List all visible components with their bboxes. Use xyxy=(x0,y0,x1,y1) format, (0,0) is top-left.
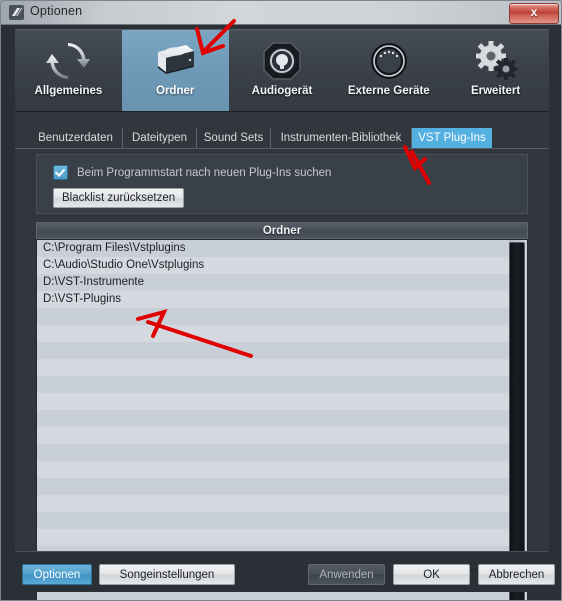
folder-list-item[interactable] xyxy=(37,478,511,495)
window-title: Optionen xyxy=(30,4,83,18)
toolbar-item-externe-geraete[interactable]: Externe Geräte xyxy=(335,30,442,112)
folder-list-item[interactable]: D:\VST-Plugins xyxy=(37,291,511,308)
folder-list-item[interactable] xyxy=(37,461,511,478)
folder-column-header: Ordner xyxy=(36,222,528,239)
folder-list-item[interactable] xyxy=(37,529,511,546)
studio-one-logo-icon xyxy=(9,5,24,20)
scan-on-start-checkbox[interactable] xyxy=(53,165,68,180)
refresh-circle-icon xyxy=(42,37,94,85)
folder-list-item[interactable] xyxy=(37,342,511,359)
folder-list-rows: C:\Program Files\Vstplugins C:\Audio\Stud… xyxy=(37,240,511,597)
tab-dateitypen[interactable]: Dateitypen xyxy=(123,128,197,148)
folder-list-item[interactable] xyxy=(37,376,511,393)
plugin-options-group: Beim Programmstart nach neuen Plug-Ins s… xyxy=(36,154,528,214)
toolbar-item-audiogeraet[interactable]: Audiogerät xyxy=(229,30,336,112)
ok-button[interactable]: OK xyxy=(393,564,470,585)
apply-button[interactable]: Anwenden xyxy=(308,564,385,585)
category-toolbar: Allgemeines Ordner Audiogerät Externe Ge… xyxy=(15,29,549,112)
options-button[interactable]: Optionen xyxy=(22,564,92,585)
toolbar-label: Allgemeines xyxy=(34,85,103,97)
song-settings-button[interactable]: Songeinstellungen xyxy=(99,564,235,585)
close-button[interactable]: x xyxy=(509,3,559,24)
folder-list-item[interactable] xyxy=(37,427,511,444)
folder-list-item[interactable]: C:\Program Files\Vstplugins xyxy=(37,240,511,257)
toolbar-label: Ordner xyxy=(156,85,195,97)
folder-list-item[interactable] xyxy=(37,410,511,427)
title-bar-background xyxy=(1,1,561,24)
folder-list[interactable]: C:\Program Files\Vstplugins C:\Audio\Stud… xyxy=(36,239,528,600)
cancel-button[interactable]: Abbrechen xyxy=(478,564,555,585)
audio-device-icon xyxy=(256,37,308,85)
options-panel: Benutzerdaten Dateitypen Sound Sets Inst… xyxy=(15,111,549,600)
tab-vst-plug-ins[interactable]: VST Plug-Ins xyxy=(412,128,492,148)
reset-blacklist-button[interactable]: Blacklist zurücksetzen xyxy=(53,188,185,208)
title-bar: Optionen x xyxy=(1,1,561,25)
folder-list-item[interactable] xyxy=(37,512,511,529)
toolbar-item-erweitert[interactable]: Erweitert xyxy=(442,30,549,112)
folder-list-scroll-thumb[interactable] xyxy=(509,242,525,600)
folder-list-item[interactable]: C:\Audio\Studio One\Vstplugins xyxy=(37,257,511,274)
scan-on-start-label: Beim Programmstart nach neuen Plug-Ins s… xyxy=(77,166,332,179)
toolbar-label: Erweitert xyxy=(470,85,521,97)
toolbar-item-allgemeines[interactable]: Allgemeines xyxy=(15,30,122,112)
tab-instrumenten-bibliothek[interactable]: Instrumenten-Bibliothek xyxy=(271,128,412,148)
folder-list-item[interactable] xyxy=(37,359,511,376)
toolbar-item-ordner[interactable]: Ordner xyxy=(121,30,229,112)
dialog-footer: Optionen Songeinstellungen Anwenden OK A… xyxy=(15,551,555,592)
tab-strip-divider xyxy=(15,148,549,149)
hard-drive-icon xyxy=(149,37,201,85)
tab-strip: Benutzerdaten Dateitypen Sound Sets Inst… xyxy=(15,128,549,149)
folder-list-item[interactable]: D:\VST-Instrumente xyxy=(37,274,511,291)
tab-benutzerdaten[interactable]: Benutzerdaten xyxy=(29,128,123,148)
knob-dial-icon xyxy=(363,37,415,85)
options-window: Optionen x Allgemeines Ordner Audiogerät… xyxy=(0,0,562,601)
scan-on-start-row[interactable]: Beim Programmstart nach neuen Plug-Ins s… xyxy=(53,165,331,180)
folder-list-item[interactable] xyxy=(37,495,511,512)
folder-list-item[interactable] xyxy=(37,393,511,410)
folder-list-item[interactable] xyxy=(37,308,511,325)
folder-list-item[interactable] xyxy=(37,444,511,461)
gears-icon xyxy=(470,37,522,85)
toolbar-label: Audiogerät xyxy=(251,85,313,97)
folder-list-scrollbar[interactable] xyxy=(509,240,527,600)
tab-sound-sets[interactable]: Sound Sets xyxy=(197,128,271,148)
toolbar-label: Externe Geräte xyxy=(347,85,430,97)
close-icon: x xyxy=(530,5,538,19)
folder-list-item[interactable] xyxy=(37,325,511,342)
